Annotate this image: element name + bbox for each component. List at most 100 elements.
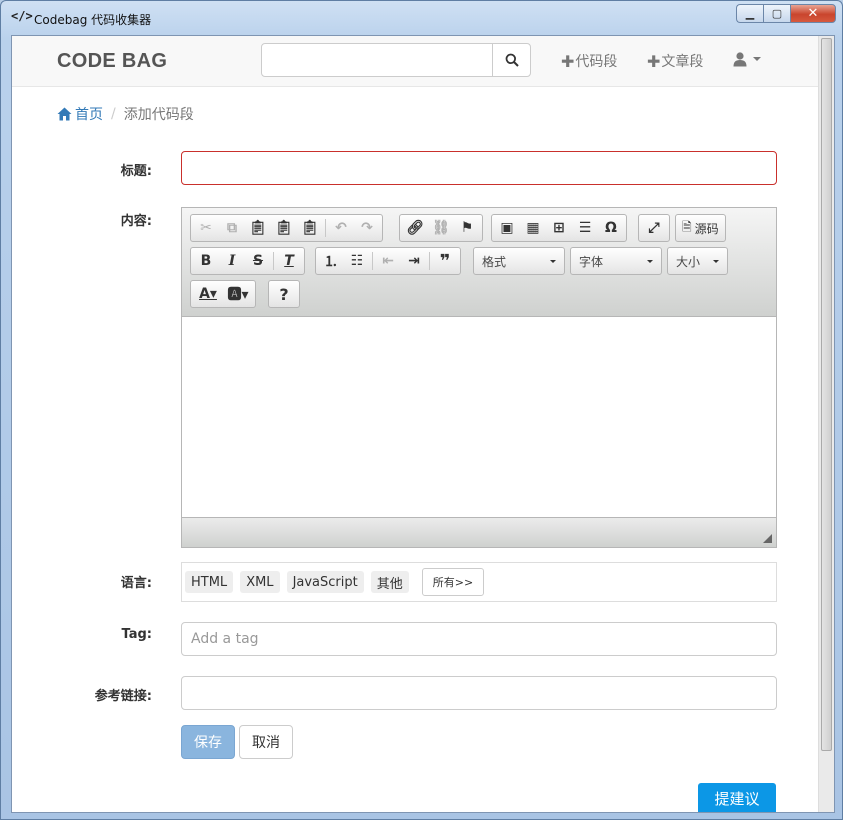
user-icon bbox=[733, 52, 747, 67]
toolbar-separator bbox=[372, 252, 373, 270]
remove-format-icon[interactable]: T bbox=[276, 249, 302, 273]
language-chip[interactable]: 其他 bbox=[370, 571, 409, 593]
table-icon[interactable]: ⊞ bbox=[546, 216, 572, 240]
bg-color-icon[interactable]: 🅰︎▾ bbox=[223, 282, 253, 306]
paste-icon[interactable]: 📋︎ bbox=[245, 216, 271, 240]
chevron-down-icon bbox=[647, 259, 653, 263]
rich-text-editor: ✂ ⧉ 📋︎ 📋︎ 📋︎ ↶ ↷ 🔗︎ ⛓ ⚑ ▣ ▦ ⊞ ☰ Ω ⤢ 🗎︎ 源… bbox=[181, 207, 777, 548]
plus-icon: ✚ bbox=[561, 51, 575, 71]
maximize-button[interactable]: ▢ bbox=[763, 4, 790, 23]
help-icon[interactable]: ? bbox=[271, 282, 297, 306]
brand-logo[interactable]: CODE BAG bbox=[57, 50, 167, 73]
resize-handle-icon[interactable] bbox=[763, 534, 772, 543]
language-label: 语言: bbox=[120, 576, 152, 591]
link-icon[interactable]: 🔗︎ bbox=[402, 216, 428, 240]
cut-icon[interactable]: ✂ bbox=[193, 216, 219, 240]
copy-icon[interactable]: ⧉ bbox=[219, 216, 245, 240]
italic-icon[interactable]: I bbox=[219, 249, 245, 273]
content-label: 内容: bbox=[120, 214, 152, 229]
search-button[interactable] bbox=[492, 43, 531, 77]
page-content: CODE BAG ✚ 代码段 ✚ 文章段 首页 / 添加代码段 标题: 内容: … bbox=[11, 35, 835, 813]
title-bar[interactable]: </> Codebag 代码收集器 ▁ ▢ ✕ bbox=[1, 1, 842, 33]
indent-icon[interactable]: ⇥ bbox=[401, 249, 427, 273]
plus-icon: ✚ bbox=[647, 51, 661, 71]
reference-link-label: 参考链接: bbox=[94, 689, 152, 704]
title-label: 标题: bbox=[120, 164, 152, 179]
search-icon bbox=[505, 53, 519, 67]
bold-icon[interactable]: B bbox=[193, 249, 219, 273]
chevron-down-icon bbox=[550, 259, 556, 263]
numbered-list-icon[interactable]: ⒈ bbox=[318, 249, 344, 273]
special-char-icon[interactable]: Ω bbox=[598, 216, 624, 240]
outdent-icon[interactable]: ⇤ bbox=[375, 249, 401, 273]
add-article-label: 文章段 bbox=[661, 54, 704, 70]
help-group: ? bbox=[268, 280, 300, 308]
breadcrumb: 首页 / 添加代码段 bbox=[57, 104, 194, 124]
font-dropdown[interactable]: 字体 bbox=[570, 247, 662, 275]
tag-input[interactable]: Add a tag bbox=[181, 622, 777, 656]
tag-label: Tag: bbox=[121, 627, 152, 642]
add-article-link[interactable]: ✚ 文章段 bbox=[647, 51, 703, 71]
maximize-icon[interactable]: ⤢ bbox=[641, 216, 667, 240]
search-input[interactable] bbox=[261, 43, 493, 77]
source-button[interactable]: 🗎︎ 源码 bbox=[675, 214, 726, 242]
redo-icon[interactable]: ↷ bbox=[354, 216, 380, 240]
vertical-scrollbar[interactable] bbox=[818, 36, 834, 812]
breadcrumb-home-label: 首页 bbox=[75, 107, 103, 123]
paste-word-icon[interactable]: 📋︎ bbox=[297, 216, 323, 240]
blockquote-icon[interactable]: ❞ bbox=[432, 249, 458, 273]
navbar: CODE BAG ✚ 代码段 ✚ 文章段 bbox=[12, 36, 819, 87]
add-snippet-label: 代码段 bbox=[575, 54, 618, 70]
breadcrumb-separator: / bbox=[111, 106, 116, 122]
language-chip[interactable]: HTML bbox=[185, 571, 234, 593]
scrollbar-thumb[interactable] bbox=[821, 38, 832, 751]
user-menu[interactable] bbox=[732, 51, 761, 67]
home-icon bbox=[57, 107, 72, 121]
editor-content-area[interactable] bbox=[182, 317, 776, 517]
flash-icon[interactable]: ▦ bbox=[520, 216, 546, 240]
window-title: Codebag 代码收集器 bbox=[34, 13, 152, 27]
anchor-flag-icon[interactable]: ⚑ bbox=[454, 216, 480, 240]
list-group: ⒈ ☷ ⇤ ⇥ ❞ bbox=[315, 247, 461, 275]
minimize-button[interactable]: ▁ bbox=[736, 4, 763, 23]
font-dropdown-label: 字体 bbox=[579, 254, 604, 269]
horizontal-rule-icon[interactable]: ☰ bbox=[572, 216, 598, 240]
suggest-button[interactable]: 提建议 bbox=[698, 783, 776, 812]
breadcrumb-current: 添加代码段 bbox=[123, 107, 194, 123]
basic-style-group: B I S T bbox=[190, 247, 305, 275]
editor-toolbar: ✂ ⧉ 📋︎ 📋︎ 📋︎ ↶ ↷ 🔗︎ ⛓ ⚑ ▣ ▦ ⊞ ☰ Ω ⤢ 🗎︎ 源… bbox=[182, 208, 776, 317]
size-dropdown[interactable]: 大小 bbox=[667, 247, 728, 275]
strike-icon[interactable]: S bbox=[245, 249, 271, 273]
image-icon[interactable]: ▣ bbox=[494, 216, 520, 240]
chevron-down-icon bbox=[713, 259, 719, 263]
language-chip[interactable]: XML bbox=[240, 571, 280, 593]
unlink-icon[interactable]: ⛓ bbox=[428, 216, 454, 240]
chevron-down-icon bbox=[753, 57, 761, 61]
color-group: A▾ 🅰︎▾ bbox=[190, 280, 256, 308]
language-selector: HTML XML JavaScript 其他 所有>> bbox=[181, 562, 777, 602]
add-snippet-link[interactable]: ✚ 代码段 bbox=[561, 51, 617, 71]
cancel-button[interactable]: 取消 bbox=[239, 725, 293, 759]
editor-footer bbox=[182, 517, 776, 547]
maximize-group: ⤢ bbox=[638, 214, 670, 242]
reference-link-input[interactable] bbox=[181, 676, 777, 710]
paste-text-icon[interactable]: 📋︎ bbox=[271, 216, 297, 240]
undo-icon[interactable]: ↶ bbox=[328, 216, 354, 240]
close-button[interactable]: ✕ bbox=[790, 4, 836, 23]
tag-placeholder: Add a tag bbox=[191, 631, 259, 647]
title-input[interactable] bbox=[181, 151, 777, 185]
link-group: 🔗︎ ⛓ ⚑ bbox=[399, 214, 483, 242]
text-color-icon[interactable]: A▾ bbox=[193, 282, 223, 306]
bulleted-list-icon[interactable]: ☷ bbox=[344, 249, 370, 273]
app-window: </> Codebag 代码收集器 ▁ ▢ ✕ CODE BAG ✚ 代码段 ✚… bbox=[0, 0, 843, 820]
language-chip[interactable]: JavaScript bbox=[286, 571, 364, 593]
format-dropdown-label: 格式 bbox=[482, 254, 507, 269]
breadcrumb-home[interactable]: 首页 bbox=[57, 104, 103, 124]
source-doc-icon: 🗎︎ bbox=[682, 219, 692, 234]
size-dropdown-label: 大小 bbox=[676, 254, 701, 269]
all-languages-button[interactable]: 所有>> bbox=[421, 568, 485, 596]
source-label: 源码 bbox=[694, 221, 719, 236]
format-dropdown[interactable]: 格式 bbox=[473, 247, 565, 275]
toolbar-separator bbox=[429, 252, 430, 270]
save-button[interactable]: 保存 bbox=[181, 725, 235, 759]
